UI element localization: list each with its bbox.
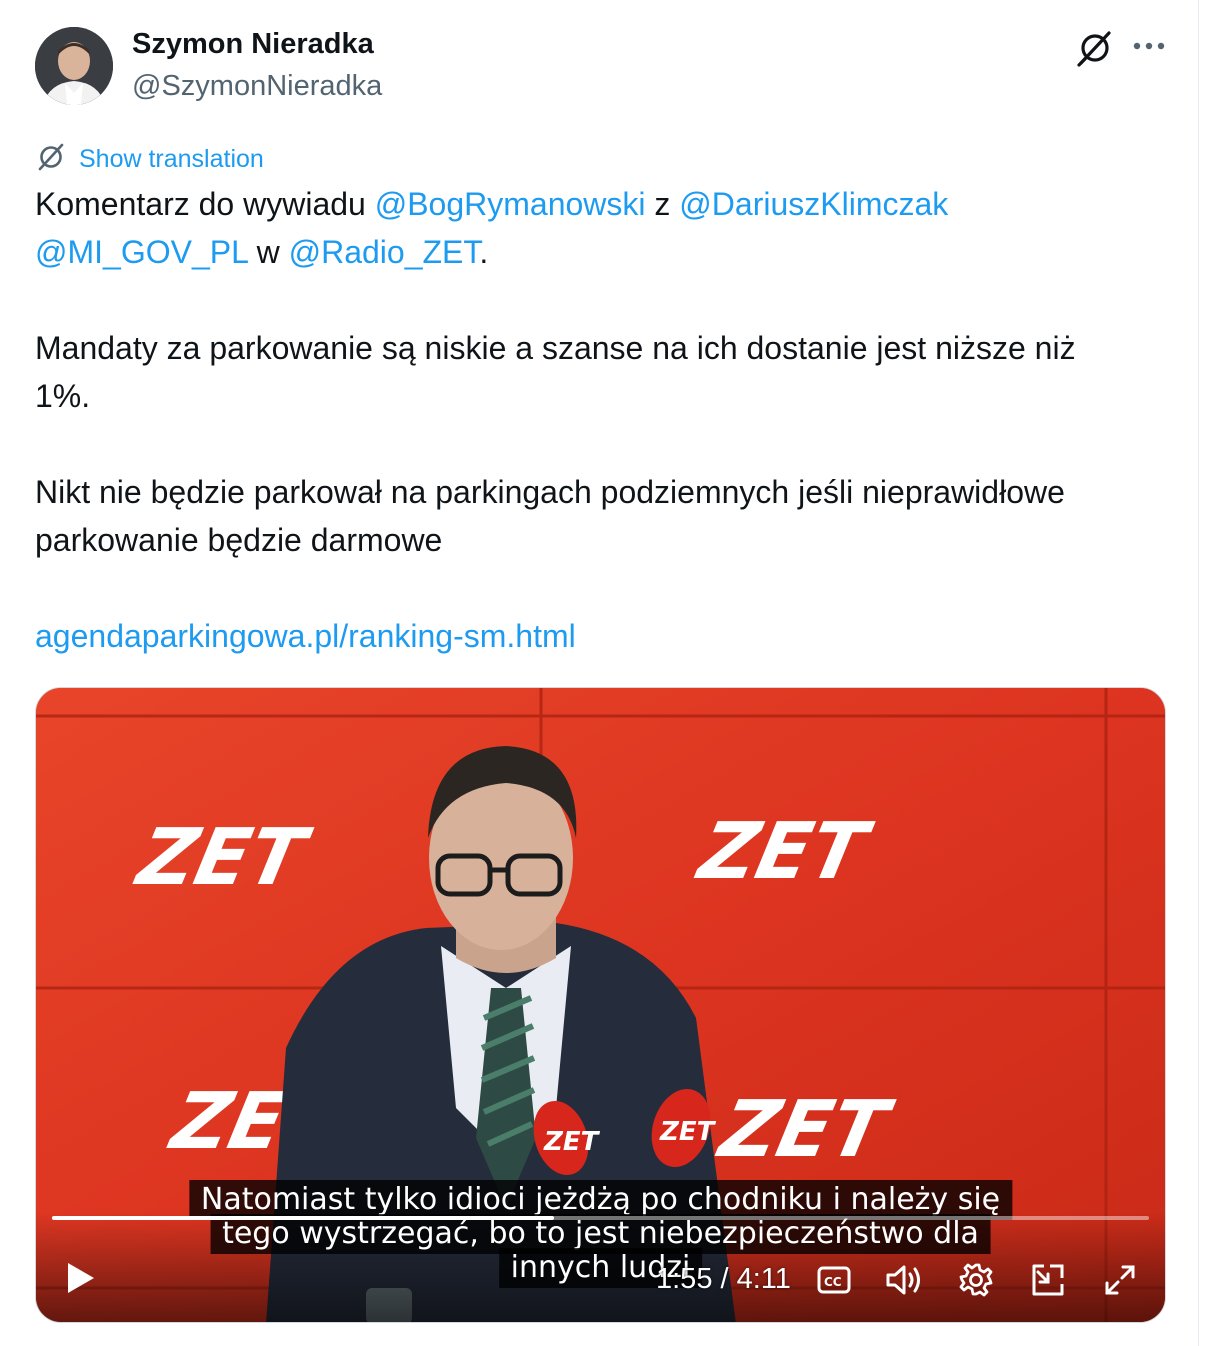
show-translation-button[interactable]: Show translation [35,142,264,176]
volume-icon[interactable] [882,1258,926,1302]
avatar-photo [35,27,113,105]
grok-icon[interactable] [1072,28,1118,68]
captions-icon[interactable]: CC [812,1258,856,1302]
author-avatar[interactable] [35,27,113,105]
play-icon[interactable] [58,1256,102,1300]
tweet-line-2: @MI_GOV_PL w @Radio_ZET. [35,228,1185,276]
tweet-paragraph-3-line-1: Nikt nie będzie parkował na parkingach p… [35,474,1065,510]
tweet-paragraph-2-line-2: 1%. [35,378,91,414]
video-progress-bar[interactable] [52,1216,1149,1220]
video-progress-fill [52,1216,555,1220]
tweet-link[interactable]: agendaparkingowa.pl/ranking-sm.html [35,618,576,654]
text-fragment: w [247,234,289,270]
mic-logo-1: ZET [543,1127,601,1157]
zet-logo-4: ZET [710,1084,900,1175]
video-time: 1:55 / 4:11 [656,1258,791,1300]
tweet-card: Szymon Nieradka @SzymonNieradka Show tra… [0,0,1199,1346]
more-icon[interactable] [1128,28,1170,64]
zet-logo-2: ZET [689,806,879,897]
text-fragment: z [645,186,680,222]
tweet-paragraph-2-line-1: Mandaty za parkowanie są niskie a szanse… [35,330,1076,366]
show-translation-label: Show translation [79,144,264,173]
duration: 4:11 [736,1263,791,1295]
translate-icon [35,141,67,178]
mention-bogrymanowski[interactable]: @BogRymanowski [375,186,646,222]
pip-icon[interactable] [1026,1258,1070,1302]
mention-mi-gov-pl[interactable]: @MI_GOV_PL [35,234,248,270]
mention-radio-zet[interactable]: @Radio_ZET [289,234,480,270]
current-time: 1:55 [656,1263,713,1295]
video-player[interactable]: ZET ZET ZET ZET ZET ZET Natomiast tylko … [35,687,1166,1323]
mention-dariuszklimczak[interactable]: @DariuszKlimczak [679,186,948,222]
text-fragment: . [479,234,489,270]
fullscreen-icon[interactable] [1098,1258,1142,1302]
author-name[interactable]: Szymon Nieradka [132,28,374,61]
svg-text:CC: CC [824,1275,842,1289]
zet-logo-1: ZET [127,812,317,903]
author-handle[interactable]: @SzymonNieradka [132,70,382,103]
mic-logo-2: ZET [659,1117,717,1147]
time-separator: / [712,1263,737,1295]
tweet-paragraph-3-line-2: parkowanie będzie darmowe [35,522,443,558]
settings-icon[interactable] [954,1258,998,1302]
tweet-line-1: Komentarz do wywiadu @BogRymanowski z @D… [35,180,1185,228]
tweet-text: Komentarz do wywiadu @BogRymanowski z @D… [35,180,1185,660]
text-fragment: Komentarz do wywiadu [35,186,375,222]
